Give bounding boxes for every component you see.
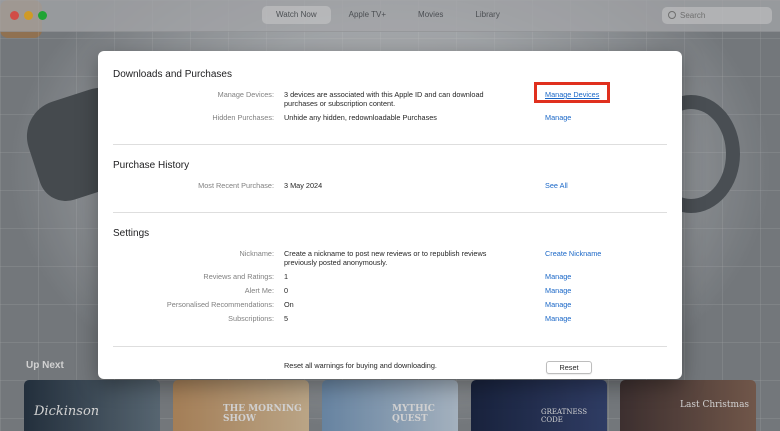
manage-devices-label: Manage Devices: bbox=[217, 90, 274, 99]
account-settings-dialog: Downloads and Purchases Manage Devices: … bbox=[98, 51, 682, 379]
section-title-downloads: Downloads and Purchases bbox=[113, 69, 232, 80]
create-nickname-link[interactable]: Create Nickname bbox=[545, 249, 601, 258]
section-divider bbox=[113, 212, 667, 213]
subscriptions-label: Subscriptions: bbox=[228, 314, 274, 323]
personalised-recommendations-label: Personalised Recommendations: bbox=[166, 300, 274, 309]
section-title-settings: Settings bbox=[113, 228, 150, 239]
alert-me-label: Alert Me: bbox=[244, 286, 274, 295]
alert-me-value: 0 bbox=[284, 286, 289, 295]
nickname-label: Nickname: bbox=[239, 249, 274, 258]
personalised-recommendations-value: On bbox=[284, 300, 294, 309]
reviews-ratings-label: Reviews and Ratings: bbox=[203, 272, 274, 281]
subscriptions-value: 5 bbox=[284, 314, 289, 323]
section-divider bbox=[113, 144, 667, 145]
section-divider bbox=[113, 346, 667, 347]
alert-me-manage-link[interactable]: Manage bbox=[545, 286, 571, 295]
subscriptions-manage-link[interactable]: Manage bbox=[545, 314, 571, 323]
most-recent-purchase-value: 3 May 2024 bbox=[284, 181, 323, 190]
hidden-purchases-manage-link[interactable]: Manage bbox=[545, 113, 571, 122]
manage-devices-description: 3 devices are associated with this Apple… bbox=[284, 90, 484, 108]
hidden-purchases-label: Hidden Purchases: bbox=[212, 113, 274, 122]
reset-warnings-description: Reset all warnings for buying and downlo… bbox=[284, 361, 437, 370]
reset-button[interactable]: Reset bbox=[546, 361, 592, 374]
most-recent-purchase-label: Most Recent Purchase: bbox=[198, 181, 274, 190]
see-all-link[interactable]: See All bbox=[545, 181, 568, 190]
section-title-purchase-history: Purchase History bbox=[113, 160, 190, 171]
personalised-recommendations-manage-link[interactable]: Manage bbox=[545, 300, 571, 309]
manage-devices-link[interactable]: Manage Devices bbox=[545, 90, 599, 99]
nickname-description: Create a nickname to post new reviews or… bbox=[284, 249, 487, 267]
hidden-purchases-description: Unhide any hidden, redownloadable Purcha… bbox=[284, 113, 437, 122]
reviews-ratings-value: 1 bbox=[284, 272, 289, 281]
reviews-ratings-manage-link[interactable]: Manage bbox=[545, 272, 571, 281]
